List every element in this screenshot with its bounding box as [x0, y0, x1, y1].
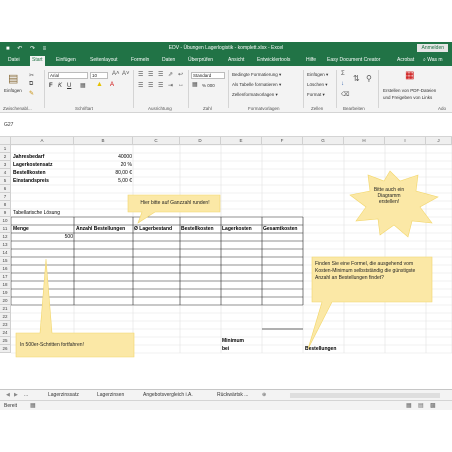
- separator: [133, 70, 134, 108]
- bold-button[interactable]: F: [49, 83, 53, 89]
- currency-icon[interactable]: ▦: [192, 81, 198, 88]
- cell-styles-button[interactable]: Zellenformatvorlagen ▾: [232, 92, 278, 98]
- number-format-select[interactable]: Standard: [191, 72, 225, 79]
- tab-datei[interactable]: Datei: [8, 57, 20, 63]
- sheet-tab-angebotsvergleich[interactable]: Angebotsvergleich i.A.: [143, 392, 193, 398]
- page-break-view-icon[interactable]: ▩: [430, 402, 436, 409]
- sheet-tab-bar: ◀ ▶ ... Lagerzinssatz Lagerzinsen Angebo…: [0, 389, 452, 400]
- font-color-icon[interactable]: A: [110, 82, 114, 88]
- separator: [378, 70, 379, 108]
- tab-search[interactable]: ⌕ Was m: [423, 57, 443, 63]
- tab-formeln[interactable]: Formeln: [131, 57, 149, 63]
- delete-cells-button[interactable]: Löschen ▾: [307, 82, 328, 88]
- prev-sheet-icon[interactable]: ◀: [6, 392, 10, 398]
- merge-center-icon[interactable]: ↔: [178, 82, 184, 88]
- callout-ganzzahl-text: Hier bitte auf Ganzzahl runden!: [140, 200, 210, 206]
- find-select-icon[interactable]: ⚲: [366, 74, 372, 83]
- spreadsheet-grid[interactable]: ABCDEFGHIJ 1 2 3 4 5 6 7 8 9 10 11 12 13 14 15 16 17 18 19…: [0, 137, 452, 389]
- font-size-select[interactable]: 10: [90, 72, 108, 79]
- title-bar: ■ ↶ ↷ ≡ EDV - Übungen Lagerlogistik - ko…: [0, 42, 452, 55]
- sheet-tab-lagerzinsen[interactable]: Lagerzinsen: [97, 392, 124, 398]
- group-label-adobe: Ado: [438, 106, 447, 111]
- separator: [303, 70, 304, 108]
- fill-color-icon[interactable]: ▲: [96, 81, 103, 88]
- align-middle-icon[interactable]: ☰: [148, 71, 153, 78]
- callout-schritte-text: In 500er-Schritten fortfahren!: [20, 342, 84, 348]
- status-bar: Bereit ▦ ▦ ▤ ▩: [0, 400, 452, 410]
- align-right-icon[interactable]: ☰: [158, 82, 163, 89]
- login-button[interactable]: Anmelden: [417, 44, 448, 52]
- ribbon: ▤ Einfügen ✂ ⧉ ✎ Arial 10 A˄ A˅ F K U ▦ …: [0, 66, 452, 113]
- page-layout-view-icon[interactable]: ▤: [418, 402, 424, 409]
- status-text: Bereit: [4, 403, 18, 409]
- sheet-tab-lagerzinssatz[interactable]: Lagerzinssatz: [48, 392, 79, 398]
- tab-start[interactable]: Start: [30, 56, 45, 66]
- add-sheet-icon[interactable]: ⊕: [262, 392, 266, 398]
- tab-hilfe[interactable]: Hilfe: [306, 57, 316, 63]
- clipboard-icon[interactable]: ▤: [8, 72, 18, 85]
- name-box[interactable]: G27: [4, 122, 13, 128]
- font-name-select[interactable]: Arial: [48, 72, 88, 79]
- group-label-styles: Formatvorlagen: [248, 106, 280, 111]
- normal-view-icon[interactable]: ▦: [406, 402, 412, 409]
- align-center-icon[interactable]: ☰: [148, 82, 153, 89]
- group-label-font: Schriftart: [75, 106, 94, 111]
- separator: [336, 70, 337, 108]
- text-orientation-icon[interactable]: ⇗: [168, 71, 173, 78]
- indent-icon[interactable]: ⇥: [168, 82, 173, 89]
- align-top-icon[interactable]: ☰: [138, 71, 143, 78]
- cut-icon[interactable]: ✂: [29, 72, 34, 79]
- percent-button[interactable]: % 000: [202, 83, 215, 88]
- callout-formel-text: Finden Sie eine Formel, die ausgehend vo…: [315, 261, 416, 281]
- paste-button[interactable]: Einfügen: [4, 88, 22, 93]
- italic-button[interactable]: K: [58, 83, 62, 89]
- border-icon[interactable]: ▦: [80, 82, 86, 89]
- tab-ueberpruefen[interactable]: Überprüfen: [188, 57, 213, 63]
- group-label-alignment: Ausrichtung: [148, 106, 172, 111]
- sheet-tab-rueckwaertskalkulation[interactable]: Rückwärtsk ...: [217, 392, 248, 398]
- group-label-editing: Bearbeiten: [343, 106, 365, 111]
- sheet-overflow-icon[interactable]: ...: [24, 392, 28, 398]
- fill-icon[interactable]: ↓: [341, 81, 344, 87]
- ribbon-tabs: Datei Start Einfügen Seitenlayout Formel…: [0, 55, 452, 66]
- separator: [228, 70, 229, 108]
- tab-entwicklertools[interactable]: Entwicklertools: [257, 57, 290, 63]
- sort-filter-icon[interactable]: ⇅: [353, 74, 360, 83]
- shrink-font-icon[interactable]: A˅: [122, 71, 130, 77]
- separator: [188, 70, 189, 108]
- tab-einfuegen[interactable]: Einfügen: [56, 57, 76, 63]
- tab-ansicht[interactable]: Ansicht: [228, 57, 244, 63]
- tab-easy-document-creator[interactable]: Easy Document Creator: [327, 57, 380, 63]
- tab-daten[interactable]: Daten: [162, 57, 175, 63]
- group-label-number: Zahl: [203, 106, 212, 111]
- pdf-create-line2[interactable]: und Freigeben von Links: [383, 95, 432, 100]
- macro-record-icon[interactable]: ▦: [30, 402, 36, 409]
- callout-diagramm-text: Bitte auch ein Diagramm erstellen!: [373, 187, 405, 205]
- autosum-icon[interactable]: Σ: [341, 71, 345, 77]
- conditional-formatting-button[interactable]: Bedingte Formatierung ▾: [232, 72, 281, 78]
- format-cells-button[interactable]: Format ▾: [307, 92, 325, 98]
- align-left-icon[interactable]: ☰: [138, 82, 143, 89]
- group-label-cells: Zellen: [311, 106, 324, 111]
- separator: [44, 70, 45, 108]
- window-title: EDV - Übungen Lagerlogistik - komplett.x…: [168, 45, 284, 51]
- tab-seitenlayout[interactable]: Seitenlayout: [90, 57, 118, 63]
- group-label-clipboard: Zwischenabl...: [3, 106, 32, 111]
- insert-cells-button[interactable]: Einfügen ▾: [307, 72, 328, 78]
- format-painter-icon[interactable]: ✎: [29, 90, 34, 97]
- wrap-text-icon[interactable]: ↩: [178, 71, 183, 78]
- format-as-table-button[interactable]: Als Tabelle formatieren ▾: [232, 82, 281, 88]
- horizontal-scrollbar[interactable]: [290, 393, 440, 398]
- underline-button[interactable]: U: [67, 83, 71, 89]
- pdf-icon[interactable]: ▦: [405, 70, 414, 81]
- tab-acrobat[interactable]: Acrobat: [397, 57, 414, 63]
- pdf-create-line1[interactable]: Erstellen von PDF-Dateien: [383, 88, 436, 93]
- formula-bar: G27: [0, 113, 452, 137]
- clear-icon[interactable]: ⌫: [341, 91, 349, 98]
- grow-font-icon[interactable]: A˄: [112, 71, 120, 77]
- next-sheet-icon[interactable]: ▶: [14, 392, 18, 398]
- align-bottom-icon[interactable]: ☰: [158, 71, 163, 78]
- copy-icon[interactable]: ⧉: [29, 81, 33, 88]
